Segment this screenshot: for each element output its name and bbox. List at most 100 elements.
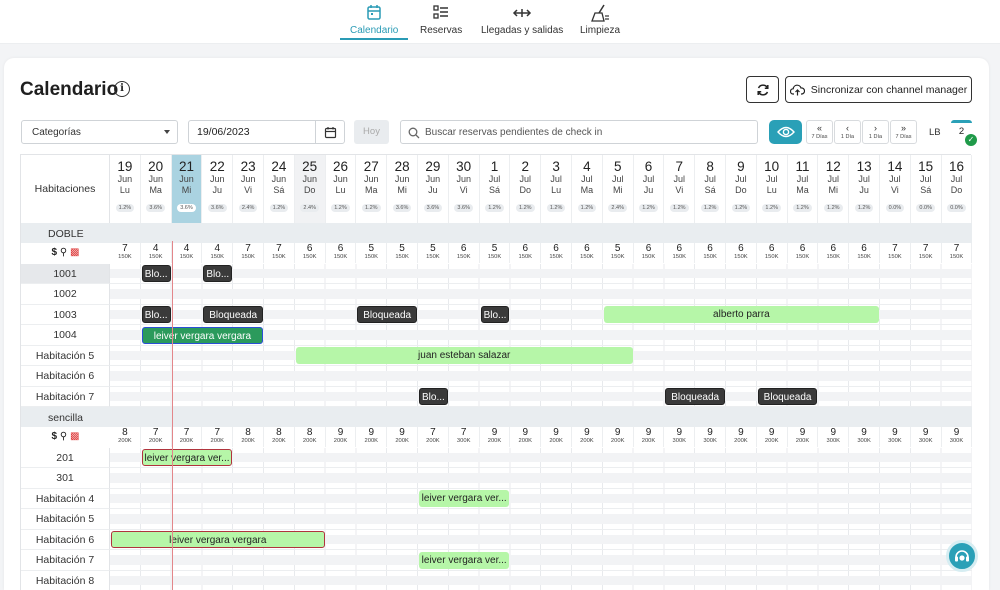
reservation-block[interactable]: alberto parra bbox=[603, 306, 879, 323]
tab-limpieza[interactable]: Limpieza bbox=[580, 4, 620, 36]
prev-1-day-button[interactable]: ‹ 1 Día bbox=[834, 120, 861, 144]
room-track[interactable] bbox=[110, 366, 972, 387]
room-label[interactable]: 1003 bbox=[21, 304, 110, 325]
search-input[interactable]: Buscar reservas pendientes de check in bbox=[400, 120, 758, 144]
sync-channel-manager-button[interactable]: Sincronizar con channel manager bbox=[785, 76, 972, 103]
day-header-2[interactable]: 2 Jul Do 1.2% bbox=[510, 155, 542, 223]
day-header-14[interactable]: 14 Jul Vi 0.0% bbox=[880, 155, 911, 223]
lb-label[interactable]: LB bbox=[929, 127, 941, 138]
pending-badge[interactable]: 2 ✓ bbox=[951, 120, 977, 146]
room-label[interactable]: Habitación 8 bbox=[21, 570, 110, 590]
room-label[interactable]: Habitación 5 bbox=[21, 345, 110, 366]
headset-icon bbox=[955, 550, 969, 562]
next-1-day-button[interactable]: › 1 Día bbox=[862, 120, 889, 144]
date-input[interactable]: 19/06/2023 bbox=[188, 120, 345, 144]
room-track[interactable] bbox=[110, 447, 972, 468]
day-header-30[interactable]: 30 Jun Vi 3.6% bbox=[449, 155, 480, 223]
price-icon[interactable]: $ bbox=[52, 431, 58, 442]
next-7-days-button[interactable]: » 7 Días bbox=[890, 120, 917, 144]
blocked-block[interactable]: Blo... bbox=[480, 306, 510, 323]
day-header-10[interactable]: 10 Jul Lu 1.2% bbox=[757, 155, 788, 223]
info-icon[interactable]: i bbox=[114, 81, 130, 97]
room-label[interactable]: Habitación 6 bbox=[21, 529, 110, 550]
room-track[interactable] bbox=[110, 468, 972, 489]
room-track[interactable] bbox=[110, 386, 972, 407]
reservation-block[interactable]: juan esteban salazar bbox=[295, 347, 633, 364]
lock-icon[interactable]: ▩ bbox=[70, 431, 79, 442]
room-label[interactable]: Habitación 5 bbox=[21, 509, 110, 530]
room-label[interactable]: Habitación 4 bbox=[21, 488, 110, 509]
reservation-block[interactable]: leiver vergara ver... bbox=[419, 490, 510, 507]
day-header-5[interactable]: 5 Jul Mi 2.4% bbox=[603, 155, 634, 223]
day-header-29[interactable]: 29 Jun Ju 3.6% bbox=[418, 155, 449, 223]
today-button[interactable]: Hoy bbox=[354, 120, 389, 144]
day-header-6[interactable]: 6 Jul Ju 1.2% bbox=[634, 155, 665, 223]
day-header-12[interactable]: 12 Jul Mi 1.2% bbox=[818, 155, 850, 223]
visibility-toggle-button[interactable] bbox=[769, 120, 802, 144]
room-label[interactable]: Habitación 7 bbox=[21, 386, 110, 407]
day-header-3[interactable]: 3 Jul Lu 1.2% bbox=[541, 155, 572, 223]
room-track[interactable] bbox=[110, 488, 972, 509]
day-header-20[interactable]: 20 Jun Ma 3.6% bbox=[141, 155, 172, 223]
blocked-block[interactable]: Bloqueada bbox=[357, 306, 417, 323]
room-track[interactable] bbox=[110, 570, 972, 590]
day-header-22[interactable]: 22 Jun Ju 3.6% bbox=[202, 155, 234, 223]
day-header-1[interactable]: 1 Jul Sá 1.2% bbox=[480, 155, 511, 223]
room-track[interactable] bbox=[110, 509, 972, 530]
availability-cell: 8 200K bbox=[295, 427, 326, 447]
day-header-16[interactable]: 16 Jul Do 0.0% bbox=[942, 155, 973, 223]
section-header-sencilla[interactable]: sencilla bbox=[21, 407, 972, 427]
day-header-25[interactable]: 25 Jun Do 2.4% bbox=[294, 155, 326, 223]
day-header-21[interactable]: 21 Jun Mi 3.6% bbox=[171, 155, 203, 223]
blocked-block[interactable]: Blo... bbox=[141, 306, 171, 323]
blocked-block[interactable]: Bloqueada bbox=[203, 306, 263, 323]
day-header-15[interactable]: 15 Jul Sá 0.0% bbox=[911, 155, 942, 223]
calendar-picker-button[interactable] bbox=[315, 120, 344, 144]
room-track[interactable] bbox=[110, 284, 972, 305]
blocked-block[interactable]: Blo... bbox=[141, 265, 171, 282]
blocked-block[interactable]: Bloqueada bbox=[665, 388, 725, 405]
search-icon[interactable]: ⚲ bbox=[60, 247, 67, 258]
tab-llegadas-salidas[interactable]: Llegadas y salidas bbox=[481, 4, 563, 36]
room-label[interactable]: 1004 bbox=[21, 325, 110, 346]
prev-7-days-button[interactable]: « 7 Días bbox=[806, 120, 833, 144]
section-header-doble[interactable]: DOBLE bbox=[21, 223, 972, 243]
room-track[interactable] bbox=[110, 550, 972, 571]
day-header-24[interactable]: 24 Jun Sá 1.2% bbox=[264, 155, 295, 223]
day-header-11[interactable]: 11 Jul Ma 1.2% bbox=[788, 155, 819, 223]
refresh-button[interactable] bbox=[746, 76, 779, 103]
room-track[interactable] bbox=[110, 263, 972, 284]
availability-tools: $ ⚲ ▩ bbox=[21, 243, 110, 263]
lock-icon[interactable]: ▩ bbox=[70, 247, 79, 258]
day-header-7[interactable]: 7 Jul Vi 1.2% bbox=[664, 155, 696, 223]
nightly-price: 200K bbox=[487, 438, 502, 444]
search-icon[interactable]: ⚲ bbox=[60, 431, 67, 442]
day-header-9[interactable]: 9 Jul Do 1.2% bbox=[726, 155, 757, 223]
tab-reservas[interactable]: Reservas bbox=[420, 4, 462, 36]
tab-calendario[interactable]: Calendario bbox=[339, 4, 409, 40]
day-header-28[interactable]: 28 Jun Mi 3.6% bbox=[387, 155, 418, 223]
room-label[interactable]: 1002 bbox=[21, 284, 110, 305]
category-select[interactable]: Categorías bbox=[21, 120, 178, 144]
support-chat-button[interactable] bbox=[946, 540, 978, 572]
day-header-4[interactable]: 4 Jul Ma 1.2% bbox=[572, 155, 603, 223]
room-label[interactable]: Habitación 7 bbox=[21, 550, 110, 571]
blocked-block[interactable]: Blo... bbox=[419, 388, 448, 405]
room-label[interactable]: 1001 bbox=[21, 263, 110, 284]
day-header-13[interactable]: 13 Jul Ju 1.2% bbox=[849, 155, 880, 223]
day-header-19[interactable]: 19 Jun Lu 1.2% bbox=[110, 155, 141, 223]
room-label[interactable]: 201 bbox=[21, 447, 110, 468]
blocked-block[interactable]: Bloqueada bbox=[757, 388, 818, 405]
room-label[interactable]: Habitación 6 bbox=[21, 366, 110, 387]
day-header-23[interactable]: 23 Jun Vi 2.4% bbox=[233, 155, 264, 223]
room-label[interactable]: 301 bbox=[21, 468, 110, 489]
blocked-block[interactable]: Blo... bbox=[203, 265, 233, 282]
day-header-8[interactable]: 8 Jul Sá 1.2% bbox=[695, 155, 726, 223]
reservation-block[interactable]: leiver vergara ver... bbox=[141, 449, 233, 466]
day-header-26[interactable]: 26 Jun Lu 1.2% bbox=[326, 155, 357, 223]
reservation-block[interactable]: leiver vergara ver... bbox=[419, 551, 510, 569]
reservation-block[interactable]: leiver vergara vergara bbox=[141, 326, 263, 344]
day-header-27[interactable]: 27 Jun Ma 1.2% bbox=[356, 155, 388, 223]
price-icon[interactable]: $ bbox=[52, 247, 58, 258]
reservation-block[interactable]: leiver vergara vergara bbox=[111, 531, 325, 548]
